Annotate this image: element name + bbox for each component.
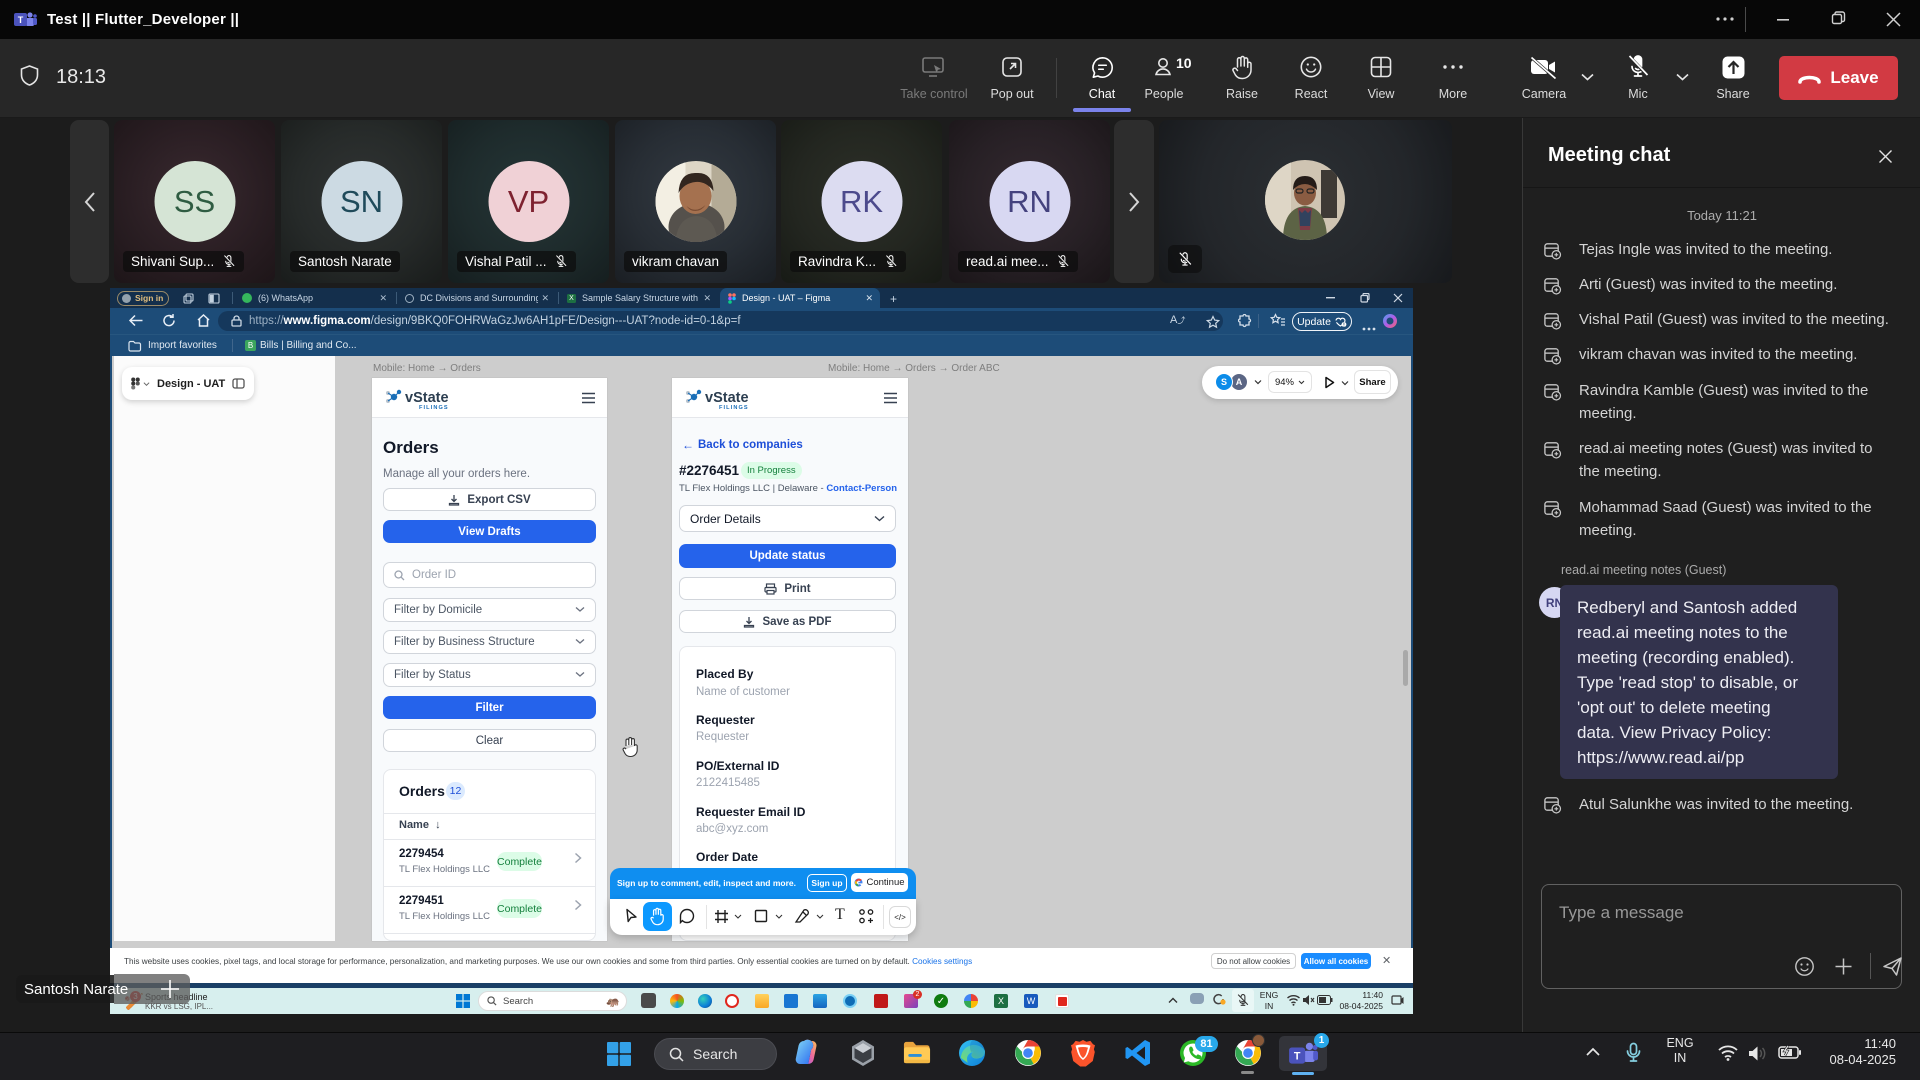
svg-text:FILINGS: FILINGS xyxy=(419,405,449,411)
svg-text:T: T xyxy=(18,15,24,25)
svg-text:T: T xyxy=(1294,1050,1301,1062)
svg-text:vState: vState xyxy=(405,390,449,406)
svg-text:FILINGS: FILINGS xyxy=(719,405,749,411)
svg-text:vState: vState xyxy=(705,390,749,406)
